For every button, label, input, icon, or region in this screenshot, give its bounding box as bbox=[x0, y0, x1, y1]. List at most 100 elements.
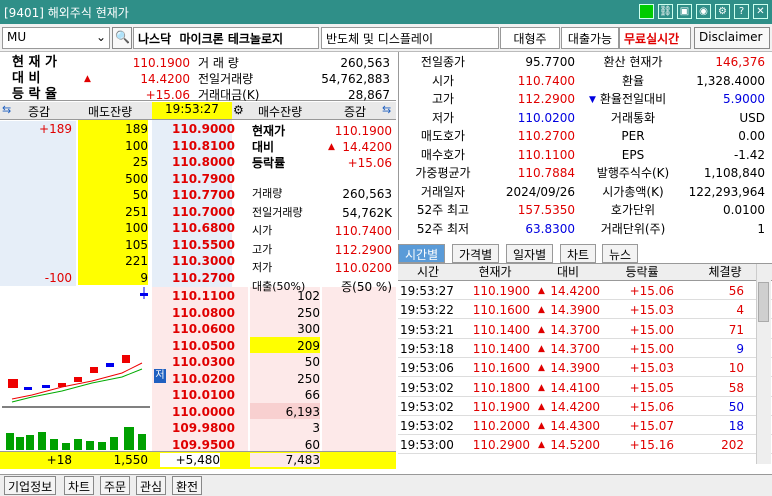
bid-change-cell bbox=[322, 402, 396, 419]
chevron-down-icon[interactable]: ⌄ bbox=[96, 30, 106, 44]
tab-order[interactable]: 주문 bbox=[100, 476, 131, 495]
bid-price[interactable]: 110.0500 bbox=[152, 336, 248, 355]
footer-bid-change: +5,480 bbox=[160, 453, 220, 467]
trade-volume: 10 bbox=[728, 361, 744, 376]
ask-price[interactable]: 110.3000 bbox=[152, 252, 235, 270]
ask-price[interactable]: 110.8100 bbox=[152, 136, 235, 155]
ask-price[interactable]: 110.2700 bbox=[152, 268, 235, 287]
info-label: 52주 최고 bbox=[416, 203, 470, 217]
bid-qty[interactable]: 209 bbox=[250, 336, 320, 355]
gear-icon[interactable]: ⚙ bbox=[233, 103, 244, 117]
close-icon[interactable]: ✕ bbox=[753, 4, 768, 19]
trade-time: 19:53:06 bbox=[400, 361, 454, 376]
info-value: 110.0200 bbox=[517, 110, 575, 125]
size-box: 대형주 bbox=[500, 27, 560, 49]
info-value2: -1.42 bbox=[733, 147, 765, 162]
sector-box: 반도체 및 디스플레이 bbox=[321, 27, 499, 49]
tab-by-time[interactable]: 시간별 bbox=[398, 244, 446, 263]
bid-price[interactable]: 110.0300 bbox=[152, 353, 248, 371]
settings-icon[interactable]: ⚙ bbox=[715, 4, 730, 19]
tab-chart-bottom[interactable]: 차트 bbox=[64, 476, 95, 495]
image-icon[interactable]: ▣ bbox=[677, 4, 692, 19]
green-square-icon[interactable] bbox=[639, 4, 654, 19]
trade-volume: 18 bbox=[728, 419, 744, 434]
trade-volume: 56 bbox=[728, 284, 744, 298]
info-label: 52주 최저 bbox=[416, 221, 470, 236]
up-triangle-icon: ▲ bbox=[84, 74, 91, 84]
ask-price[interactable]: 110.7900 bbox=[152, 169, 235, 188]
ask-change bbox=[0, 186, 72, 204]
ask-price[interactable]: 110.8000 bbox=[152, 153, 235, 171]
trade-rate: +15.05 bbox=[629, 380, 674, 395]
down-triangle-icon: ▼ bbox=[589, 94, 596, 105]
search-button[interactable]: 🔍 bbox=[112, 27, 132, 49]
toolbar: MU ⌄ 🔍 나스닥 마이크론 테크놀로지 반도체 및 디스플레이 대형주 대출가… bbox=[0, 24, 772, 52]
bid-qty[interactable]: 66 bbox=[250, 386, 320, 404]
ask-change bbox=[0, 153, 72, 171]
trade-volume: 71 bbox=[728, 322, 744, 337]
bid-price[interactable]: 110.0200 bbox=[152, 369, 248, 388]
ask-qty[interactable]: 9 bbox=[78, 268, 148, 285]
disclaimer-button[interactable]: Disclaimer bbox=[694, 27, 770, 49]
bid-price[interactable]: 110.0000 bbox=[152, 402, 248, 421]
ask-qty[interactable]: 500 bbox=[78, 169, 148, 186]
symbol-input[interactable]: MU ⌄ bbox=[2, 27, 110, 49]
bid-qty[interactable]: 6,193 bbox=[250, 402, 320, 421]
bid-qty[interactable]: 3 bbox=[250, 419, 320, 437]
tab-news[interactable]: 뉴스 bbox=[602, 244, 639, 263]
ask-qty[interactable]: 251 bbox=[78, 202, 148, 219]
info-value2: 122,293,964 bbox=[688, 184, 765, 199]
info-panel: 전일종가 95.7700 환산 현재가 146,376 시가 110.7400 환율 1,32… bbox=[398, 52, 772, 240]
bid-price[interactable]: 109.9800 bbox=[152, 419, 248, 437]
bid-change-cell bbox=[322, 303, 396, 320]
ask-price[interactable]: 110.6800 bbox=[152, 219, 235, 237]
ask-qty[interactable]: 189 bbox=[78, 120, 148, 137]
info-label: 거래일자 bbox=[420, 184, 466, 199]
ask-price[interactable]: 110.7000 bbox=[152, 202, 235, 221]
ask-qty[interactable]: 50 bbox=[78, 186, 148, 203]
sector-label: 반도체 및 디스플레이 bbox=[326, 32, 433, 46]
bid-qty[interactable]: 50 bbox=[250, 353, 320, 371]
scrollbar-thumb[interactable] bbox=[758, 282, 769, 322]
ask-qty[interactable]: 100 bbox=[78, 219, 148, 236]
bid-qty[interactable]: 300 bbox=[250, 320, 320, 338]
swap-arrows-icon[interactable]: ⇆ bbox=[382, 103, 391, 116]
tab-exchange[interactable]: 환전 bbox=[172, 476, 203, 495]
info-value2: 1,328.4000 bbox=[696, 73, 765, 88]
ask-price[interactable]: 110.9000 bbox=[152, 120, 235, 138]
ask-qty[interactable]: 105 bbox=[78, 235, 148, 252]
ask-qty[interactable]: 100 bbox=[78, 136, 148, 153]
ask-qty[interactable]: 25 bbox=[78, 153, 148, 170]
link-icon[interactable]: ⛓ bbox=[658, 4, 673, 19]
info-label: 저가 bbox=[431, 110, 455, 125]
bid-price[interactable]: 110.0600 bbox=[152, 320, 248, 338]
info-label2: PER bbox=[621, 129, 645, 143]
trade-time: 19:53:00 bbox=[400, 438, 454, 453]
trade-rate: +15.03 bbox=[629, 361, 674, 376]
trade-volume: 58 bbox=[728, 380, 744, 395]
swap-arrows-icon[interactable]: ⇆ bbox=[2, 103, 11, 116]
bid-qty[interactable]: 250 bbox=[250, 303, 320, 322]
bid-change-cell bbox=[322, 353, 396, 370]
tab-by-date[interactable]: 일자별 bbox=[506, 244, 554, 263]
realtime-box: 무료실시간 bbox=[619, 27, 691, 49]
tab-company-info[interactable]: 기업정보 bbox=[4, 476, 57, 495]
bid-price[interactable]: 110.0100 bbox=[152, 386, 248, 404]
loan-box: 대출가능 bbox=[561, 27, 619, 49]
tab-by-price[interactable]: 가격별 bbox=[452, 244, 500, 263]
ask-price[interactable]: 110.5500 bbox=[152, 235, 235, 254]
tab-watchlist[interactable]: 관심 bbox=[136, 476, 167, 495]
help-icon[interactable]: ? bbox=[734, 4, 749, 19]
tab-chart[interactable]: 차트 bbox=[560, 244, 597, 263]
side-stat-value: 112.2900 bbox=[334, 242, 392, 257]
bid-qty[interactable]: 250 bbox=[250, 369, 320, 388]
header-time: 19:53:27 bbox=[152, 102, 232, 119]
info-value: 2024/09/26 bbox=[505, 184, 575, 199]
bid-price[interactable]: 110.0800 bbox=[152, 303, 248, 322]
bid-price[interactable]: 110.1100 bbox=[152, 287, 248, 305]
ask-qty[interactable]: 221 bbox=[78, 252, 148, 269]
ask-price[interactable]: 110.7700 bbox=[152, 186, 235, 204]
header-change2: 증감 bbox=[344, 105, 367, 119]
camera-icon[interactable]: ◉ bbox=[696, 4, 711, 19]
header-bid-qty: 매수잔량 bbox=[258, 105, 303, 119]
